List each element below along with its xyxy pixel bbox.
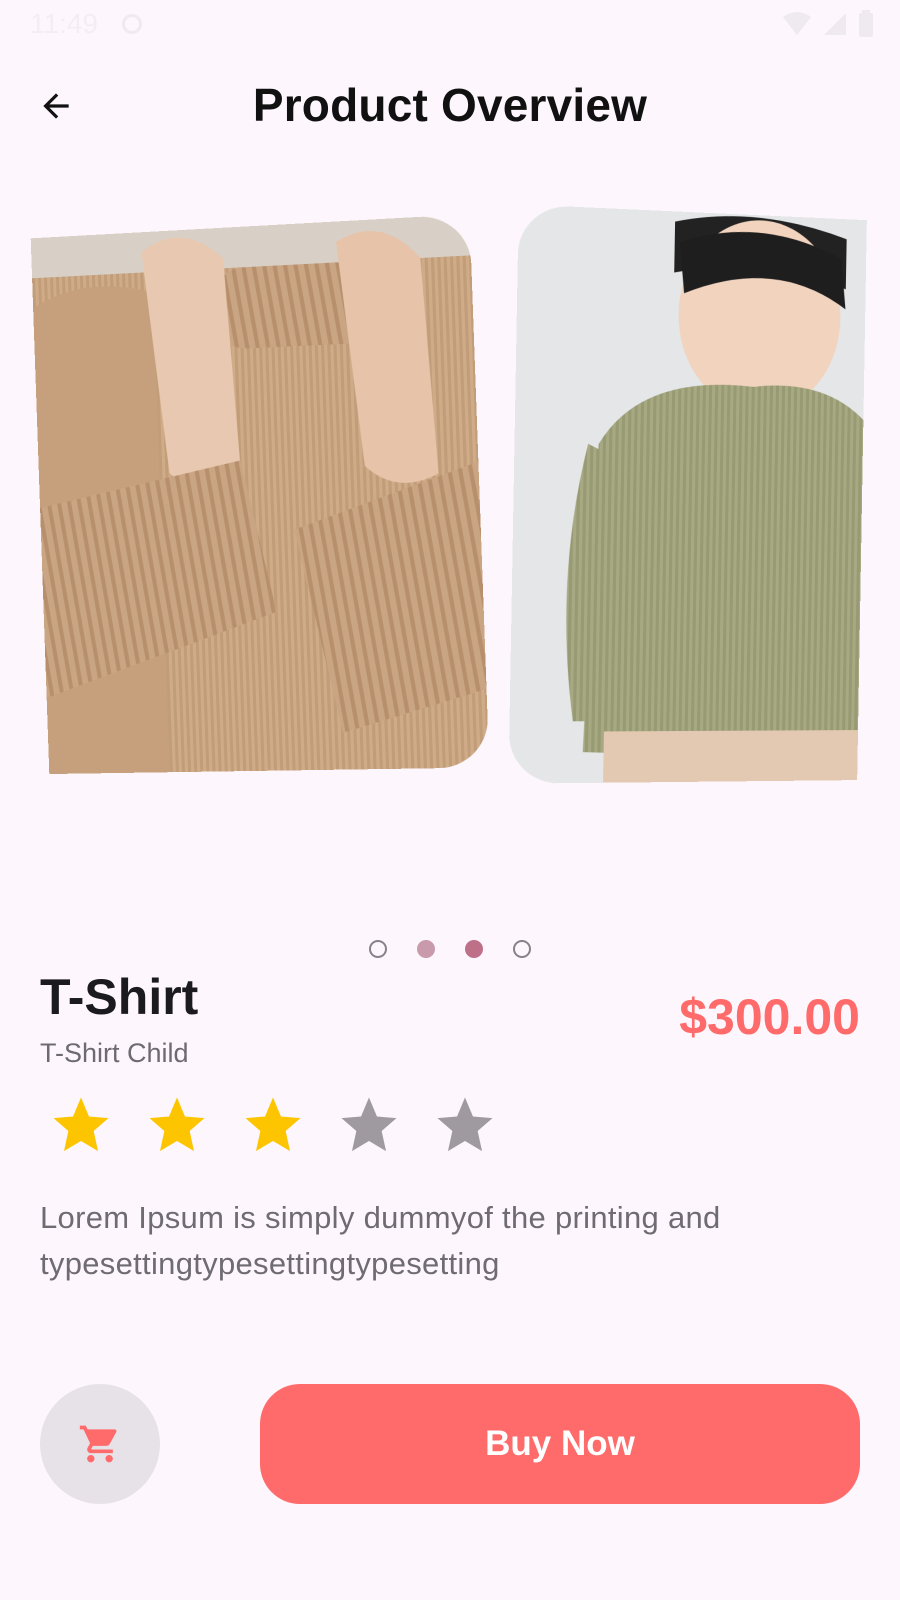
product-name: T-Shirt	[40, 969, 199, 1025]
carousel-slide-child[interactable]	[508, 204, 867, 784]
pager-dot[interactable]	[417, 940, 435, 958]
status-time: 11:49	[30, 8, 98, 39]
carousel-slide-sweater[interactable]	[30, 214, 490, 775]
star-filled-icon[interactable]	[144, 1092, 210, 1158]
product-carousel[interactable]	[0, 200, 900, 820]
star-filled-icon[interactable]	[240, 1092, 306, 1158]
notification-icon	[122, 14, 142, 34]
rating-stars[interactable]	[48, 1092, 498, 1158]
page-title: Product Overview	[252, 79, 648, 131]
status-bar: 11:49	[0, 0, 900, 50]
sweater-image	[30, 214, 490, 775]
signal-icon	[824, 13, 846, 35]
buy-now-button[interactable]: Buy Now	[260, 1384, 860, 1504]
pager-dot[interactable]	[369, 940, 387, 958]
wifi-icon	[783, 12, 811, 35]
add-to-cart-button[interactable]	[40, 1384, 160, 1504]
product-subtitle: T-Shirt Child	[40, 1038, 189, 1068]
star-filled-icon[interactable]	[48, 1092, 114, 1158]
pager-dot[interactable]	[513, 940, 531, 958]
carousel-pager	[0, 940, 900, 958]
child-sweater-image	[508, 204, 867, 784]
status-icons	[782, 10, 874, 38]
battery-icon	[859, 10, 873, 37]
product-description: Lorem Ipsum is simply dummyof the printi…	[40, 1200, 721, 1281]
star-empty-icon[interactable]	[336, 1092, 402, 1158]
app-bar: Product Overview	[0, 60, 900, 150]
pager-dot-active[interactable]	[465, 940, 483, 958]
star-empty-icon[interactable]	[432, 1092, 498, 1158]
cart-icon	[79, 1425, 117, 1463]
product-price: $300.00	[679, 989, 860, 1045]
